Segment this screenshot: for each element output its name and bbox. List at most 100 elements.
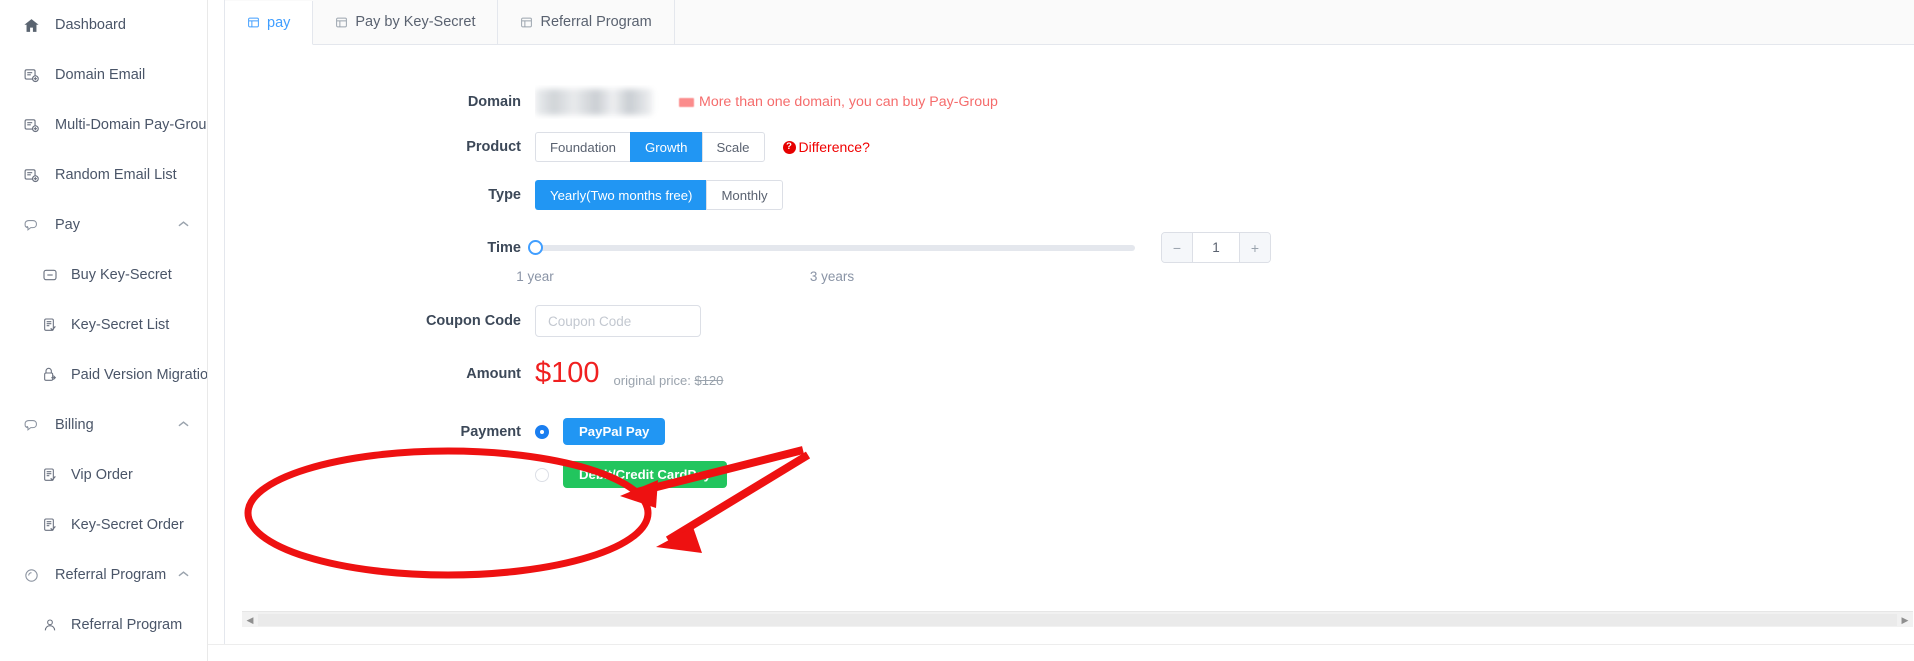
- sidebar-item-vip-order[interactable]: Vip Order: [0, 450, 207, 500]
- slider-stop: [982, 237, 987, 244]
- sidebar-group-billing[interactable]: Billing: [0, 400, 207, 450]
- slider-mark-max: 3 years: [809, 269, 855, 284]
- scrollbar-thumb[interactable]: [258, 614, 1897, 626]
- tab-label: Referral Program: [540, 14, 652, 30]
- form-row-coupon: Coupon Code: [225, 305, 1914, 337]
- domain-email-icon: [22, 67, 41, 84]
- form-row-time: Time − 1 +: [225, 232, 1914, 263]
- multi-domain-icon: [22, 117, 41, 134]
- sidebar-item-label: Key-Secret Order: [71, 517, 184, 533]
- sidebar-item-label: Paid Version Migration: [71, 367, 208, 383]
- sidebar-item-label: Dashboard: [55, 17, 126, 33]
- slider-handle[interactable]: [528, 240, 543, 255]
- domain-hint: More than one domain, you can buy Pay-Gr…: [679, 94, 998, 110]
- form-row-amount: Amount $100 original price: $120: [225, 357, 1914, 389]
- slider-track: [535, 244, 1135, 251]
- sidebar-item-key-secret-order[interactable]: Key-Secret Order: [0, 500, 207, 550]
- sidebar-item-random-email-list[interactable]: Random Email List: [0, 150, 207, 200]
- stepper-value[interactable]: 1: [1193, 240, 1239, 255]
- sidebar-item-domain-email[interactable]: Domain Email: [0, 50, 207, 100]
- time-stepper: − 1 +: [1161, 232, 1271, 263]
- paypal-pay-button[interactable]: PayPal Pay: [563, 418, 666, 445]
- table-icon: [520, 16, 533, 29]
- sidebar-item-label: Pay: [55, 217, 80, 233]
- sidebar-group-referral-program[interactable]: Referral Program: [0, 550, 207, 600]
- vip-order-icon: [40, 467, 59, 483]
- sidebar: Dashboard Domain Email Multi-Domain Pay-…: [0, 0, 208, 661]
- amount-label: Amount: [466, 365, 521, 382]
- amount-price: $100: [535, 357, 600, 389]
- type-button-group: Yearly(Two months free) Monthly: [535, 180, 783, 210]
- sidebar-item-label: Billing: [55, 417, 94, 433]
- sidebar-item-key-secret-list[interactable]: Key-Secret List: [0, 300, 207, 350]
- sidebar-item-label: Domain Email: [55, 67, 146, 83]
- sidebar-item-referral-program[interactable]: Referral Program: [0, 600, 207, 650]
- domain-value-redacted: [535, 89, 653, 115]
- domain-input[interactable]: [535, 85, 675, 119]
- sidebar-item-label: Multi-Domain Pay-Group: [55, 117, 208, 133]
- form-row-payment: Payment PayPal Pay: [225, 418, 1914, 445]
- horizontal-scrollbar[interactable]: ◀ ▶: [242, 611, 1913, 627]
- domain-label: Domain: [467, 94, 521, 110]
- chevron-up-icon[interactable]: [178, 420, 189, 428]
- random-email-icon: [22, 167, 41, 184]
- tab-referral-program[interactable]: Referral Program: [498, 0, 675, 44]
- sidebar-item-buy-key-secret[interactable]: Buy Key-Secret: [0, 250, 207, 300]
- difference-link[interactable]: ? Difference?: [782, 139, 870, 155]
- pay-icon: [22, 217, 41, 234]
- sidebar-group-pay[interactable]: Pay: [0, 200, 207, 250]
- referral-icon: [22, 567, 41, 584]
- product-option-growth[interactable]: Growth: [630, 132, 702, 162]
- referral-sub-icon: [40, 617, 59, 633]
- slider-stop: [682, 237, 687, 244]
- sidebar-item-paid-version-migration[interactable]: Paid Version Migration: [0, 350, 207, 400]
- sidebar-item-label: Referral Program: [71, 617, 183, 633]
- billing-icon: [22, 417, 41, 434]
- type-label: Type: [488, 187, 521, 203]
- product-button-group: Foundation Growth Scale: [535, 132, 765, 162]
- page-bottom-strip: [208, 644, 1914, 661]
- product-option-scale[interactable]: Scale: [701, 132, 765, 162]
- form-row-payment-card: Debit/Credit CardPay: [225, 461, 1914, 488]
- stepper-decrease-button[interactable]: −: [1162, 233, 1193, 262]
- question-icon: ?: [782, 140, 796, 154]
- payment-label: Payment: [460, 423, 521, 440]
- debit-credit-cardpay-button[interactable]: Debit/Credit CardPay: [563, 461, 727, 488]
- tab-bar: pay Pay by Key-Secret Referral Program: [225, 0, 1914, 45]
- sidebar-item-multi-domain-pay-group[interactable]: Multi-Domain Pay-Group: [0, 100, 207, 150]
- pay-form: Domain More than one domain, you can buy…: [225, 45, 1914, 488]
- product-label: Product: [466, 139, 521, 155]
- main-content: pay Pay by Key-Secret Referral Program D…: [208, 0, 1914, 661]
- amount-original: original price: $120: [614, 373, 724, 388]
- payment-radio-card[interactable]: [535, 467, 549, 482]
- chevron-up-icon[interactable]: [178, 220, 189, 228]
- time-slider[interactable]: [528, 237, 1135, 258]
- form-row-type: Type Yearly(Two months free) Monthly: [225, 180, 1914, 210]
- tab-label: Pay by Key-Secret: [355, 14, 476, 30]
- coupon-input[interactable]: [535, 305, 701, 337]
- migration-icon: [40, 367, 59, 383]
- table-icon: [247, 16, 260, 29]
- product-option-foundation[interactable]: Foundation: [535, 132, 630, 162]
- type-option-yearly[interactable]: Yearly(Two months free): [535, 180, 707, 210]
- payment-radio-paypal[interactable]: [535, 424, 549, 439]
- slider-stop: [832, 237, 837, 244]
- type-option-monthly[interactable]: Monthly: [706, 180, 783, 210]
- domain-hint-text: More than one domain, you can buy Pay-Gr…: [699, 94, 998, 110]
- tab-pay[interactable]: pay: [225, 1, 314, 45]
- tab-label: pay: [267, 14, 291, 31]
- home-icon: [22, 17, 41, 34]
- scroll-right-arrow-icon[interactable]: ▶: [1897, 612, 1913, 628]
- form-row-domain: Domain More than one domain, you can buy…: [225, 85, 1914, 119]
- chevron-up-icon[interactable]: [178, 570, 189, 578]
- coupon-label: Coupon Code: [425, 313, 521, 329]
- sidebar-item-label: Random Email List: [55, 167, 177, 183]
- buy-key-secret-icon: [40, 267, 59, 283]
- sidebar-item-label: Referral Program: [55, 567, 167, 583]
- sidebar-item-dashboard[interactable]: Dashboard: [0, 0, 207, 50]
- original-price-value: $120: [694, 373, 724, 388]
- scroll-left-arrow-icon[interactable]: ◀: [242, 612, 258, 628]
- difference-label: Difference?: [798, 139, 870, 155]
- stepper-increase-button[interactable]: +: [1239, 233, 1270, 262]
- tab-pay-by-key-secret[interactable]: Pay by Key-Secret: [313, 0, 499, 44]
